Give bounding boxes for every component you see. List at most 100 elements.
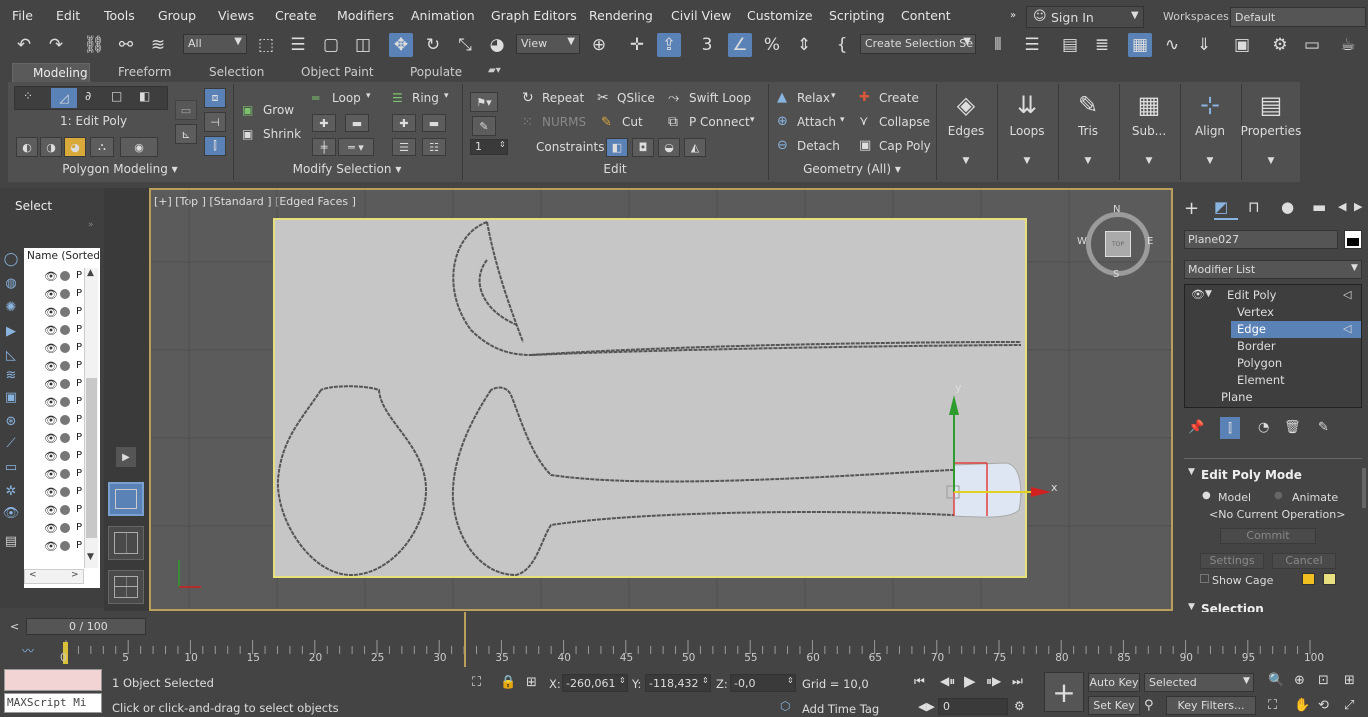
geometry-footer[interactable]: Geometry (All) ▾ bbox=[769, 162, 935, 180]
freeze-icon[interactable] bbox=[60, 523, 70, 533]
set-key-big-icon[interactable]: + bbox=[1044, 672, 1084, 712]
spinner-arrows-icon[interactable]: ⇕ bbox=[619, 676, 626, 685]
maxscript-mini-listener[interactable]: MAXScript Mi bbox=[4, 693, 102, 713]
show-cage-checkbox[interactable] bbox=[1200, 574, 1209, 583]
eye-icon[interactable]: 👁 bbox=[1191, 288, 1205, 301]
scroll-left-icon[interactable]: < bbox=[29, 570, 37, 580]
rollout-collapse-icon[interactable]: ▼ bbox=[1188, 467, 1195, 477]
place-icon[interactable]: ◕ bbox=[485, 33, 509, 57]
tab-freeform[interactable]: Freeform bbox=[118, 65, 171, 79]
xrefs-filter-icon[interactable]: ⊛ bbox=[0, 412, 22, 430]
constraint-normal-icon[interactable]: ◭ bbox=[684, 138, 706, 157]
shrink-button[interactable]: Shrink bbox=[263, 127, 301, 141]
detach-button[interactable]: Detach bbox=[797, 139, 840, 153]
cancel-button[interactable]: Cancel bbox=[1272, 553, 1336, 569]
freeze-icon[interactable] bbox=[60, 541, 70, 551]
create-tab-icon[interactable]: + bbox=[1184, 198, 1199, 219]
qslice-button[interactable]: QSlice bbox=[617, 91, 655, 105]
menu-overflow-icon[interactable]: » bbox=[1010, 10, 1016, 21]
preserve-uvs-icon[interactable]: ⚑▾ bbox=[470, 92, 498, 112]
relax-dropdown-icon[interactable]: ▾ bbox=[831, 91, 836, 101]
stack-polygon[interactable]: Polygon bbox=[1237, 356, 1282, 370]
list-item[interactable]: 👁 P bbox=[24, 412, 84, 430]
freeze-icon[interactable] bbox=[60, 379, 70, 389]
menu-animation[interactable]: Animation bbox=[411, 8, 475, 23]
freeze-icon[interactable] bbox=[60, 325, 70, 335]
explorer-scrollbar[interactable]: ▲ ▼ bbox=[84, 268, 98, 568]
collapse-stack-icon[interactable]: ◕ bbox=[64, 137, 86, 157]
configure-modifier-sets-icon[interactable]: ✎ bbox=[1318, 420, 1329, 435]
redo-icon[interactable]: ↷ bbox=[44, 33, 68, 57]
swift-loop-button[interactable]: Swift Loop bbox=[689, 91, 751, 105]
polygon-level-icon[interactable]: □ bbox=[111, 89, 122, 103]
visibility-eye-icon[interactable]: 👁 bbox=[44, 378, 58, 391]
spinner-arrows-icon[interactable]: ⇕ bbox=[787, 676, 794, 685]
absolute-mode-icon[interactable]: ⊞ bbox=[526, 675, 537, 690]
hidden-filter-icon[interactable]: 👁 bbox=[0, 504, 22, 522]
border-level-icon[interactable]: ∂ bbox=[85, 89, 91, 103]
panel-right-arrow-icon[interactable]: ▶ bbox=[1354, 200, 1362, 213]
set-key-button[interactable]: Set Key bbox=[1088, 696, 1140, 715]
edit-named-selection-icon[interactable]: { bbox=[830, 33, 854, 57]
display-tab-icon[interactable]: ▬ bbox=[1312, 198, 1326, 216]
list-item[interactable]: 👁 P bbox=[24, 376, 84, 394]
nurms-button[interactable]: NURMS bbox=[542, 115, 586, 129]
collapse-arrow-icon[interactable]: ▼ bbox=[1205, 289, 1212, 299]
menu-civil-view[interactable]: Civil View bbox=[671, 8, 731, 23]
stack-edge-row[interactable]: Edge ◁ bbox=[1231, 321, 1361, 338]
named-selection-dropdown[interactable]: Create Selection Se ▼ bbox=[860, 34, 976, 54]
loop-dropdown-icon[interactable]: ▾ bbox=[366, 91, 371, 101]
time-configuration-icon[interactable]: ⚙ bbox=[1014, 699, 1025, 713]
zoom-all-icon[interactable]: ⊕ bbox=[1294, 673, 1305, 688]
freeze-icon[interactable] bbox=[60, 487, 70, 497]
menu-group[interactable]: Group bbox=[158, 8, 196, 23]
visibility-eye-icon[interactable]: 👁 bbox=[44, 360, 58, 373]
ignore-backfacing-icon[interactable]: ▭ bbox=[175, 100, 197, 120]
polygon-modeling-footer[interactable]: Polygon Modeling ▾ bbox=[8, 162, 232, 180]
cage-color-swatch[interactable] bbox=[1302, 573, 1315, 585]
four-viewport-layout[interactable] bbox=[108, 570, 144, 604]
menu-customize[interactable]: Customize bbox=[747, 8, 813, 23]
list-item[interactable]: 👁 P bbox=[24, 484, 84, 502]
play-animation-icon[interactable]: ▶ bbox=[964, 672, 976, 690]
percent-snap-icon[interactable]: % bbox=[760, 33, 784, 57]
go-to-start-icon[interactable]: ⏮ bbox=[914, 674, 925, 689]
pin-stack-icon[interactable]: 📌 bbox=[1188, 420, 1204, 435]
relax-button[interactable]: Relax bbox=[797, 91, 830, 105]
by-angle-icon[interactable]: ⊾ bbox=[175, 124, 197, 144]
snaps-toggle-icon[interactable]: 3 bbox=[695, 33, 719, 57]
visibility-eye-icon[interactable]: 👁 bbox=[44, 306, 58, 319]
reference-coordinate-dropdown[interactable]: View ▼ bbox=[516, 34, 580, 54]
pivot-center-icon[interactable]: ⊕ bbox=[587, 33, 611, 57]
list-item[interactable]: 👁 P bbox=[24, 340, 84, 358]
loops-tool[interactable]: ⇊ Loops ▼ bbox=[999, 84, 1055, 180]
loop-mode-icon[interactable]: ╪ bbox=[312, 138, 336, 156]
list-item[interactable]: 👁 P bbox=[24, 538, 84, 556]
menu-rendering[interactable]: Rendering bbox=[589, 8, 653, 23]
keyboard-shortcut-override-icon[interactable]: ⇪ bbox=[657, 33, 681, 57]
go-to-end-icon[interactable]: ⏭ bbox=[1012, 674, 1023, 689]
zoom-extents-all-icon[interactable]: ⊞ bbox=[1344, 673, 1355, 688]
list-item[interactable]: 👁 P bbox=[24, 268, 84, 286]
collapse-button[interactable]: Collapse bbox=[879, 115, 930, 129]
modify-selection-footer[interactable]: Modify Selection ▾ bbox=[234, 162, 460, 180]
bind-space-warp-icon[interactable]: ≋ bbox=[146, 33, 170, 57]
list-item[interactable]: 👁 P bbox=[24, 502, 84, 520]
list-item[interactable]: 👁 P bbox=[24, 322, 84, 340]
loop-shrink-icon[interactable]: ▬ bbox=[345, 114, 369, 132]
add-time-tag[interactable]: Add Time Tag bbox=[802, 702, 879, 716]
cut-button[interactable]: Cut bbox=[622, 115, 643, 129]
schematic-view-icon[interactable]: ⇓ bbox=[1192, 33, 1216, 57]
rendered-frame-window-icon[interactable]: ▭ bbox=[1300, 33, 1324, 57]
visibility-eye-icon[interactable]: 👁 bbox=[44, 468, 58, 481]
material-editor-icon[interactable]: ▣ bbox=[1230, 33, 1254, 57]
visibility-eye-icon[interactable]: 👁 bbox=[44, 486, 58, 499]
menu-tools[interactable]: Tools bbox=[104, 8, 135, 23]
tab-selection[interactable]: Selection bbox=[209, 65, 264, 79]
viewcube-compass[interactable]: TOP bbox=[1086, 212, 1150, 276]
list-item[interactable]: 👁 P bbox=[24, 358, 84, 376]
freeze-icon[interactable] bbox=[60, 397, 70, 407]
show-end-result-icon[interactable]: ⫿ bbox=[1220, 417, 1240, 439]
zoom-icon[interactable]: 🔍 bbox=[1268, 673, 1284, 688]
expand-icon[interactable]: » bbox=[88, 220, 94, 230]
